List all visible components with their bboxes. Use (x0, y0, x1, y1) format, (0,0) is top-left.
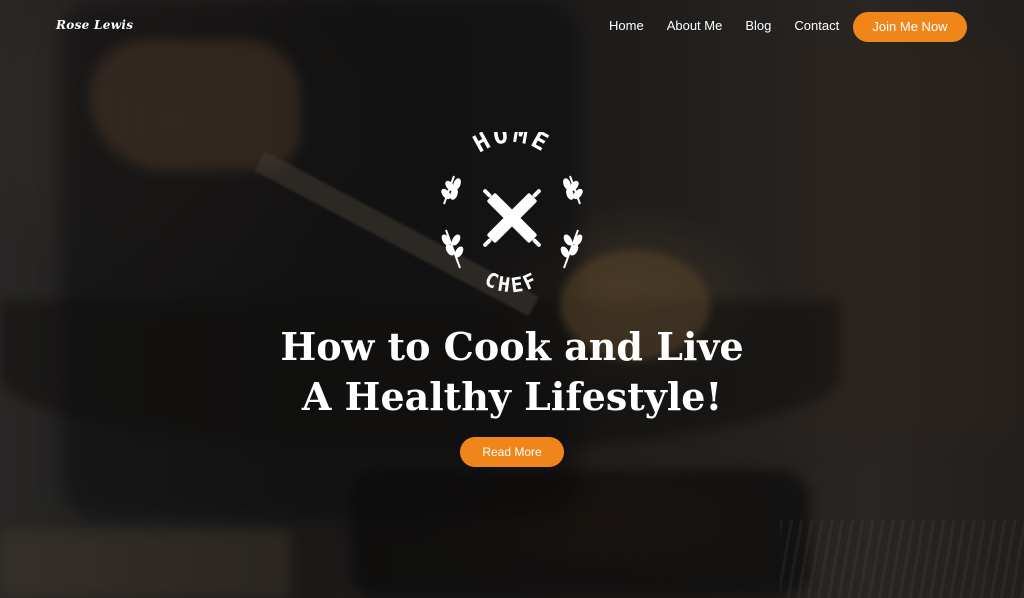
wheat-right-bottom-icon (560, 229, 583, 269)
brand-logo[interactable]: Rose Lewis (56, 18, 133, 32)
top-navigation: Rose Lewis Home About Me Blog Contact Jo… (0, 0, 1024, 54)
read-more-button[interactable]: Read More (460, 437, 564, 467)
nav-blog-link[interactable]: Blog (745, 18, 771, 33)
headline-line-2: A Healthy Lifestyle! (301, 374, 723, 419)
wheat-right-top-icon (563, 175, 583, 205)
nav-contact-link[interactable]: Contact (794, 18, 839, 33)
wheat-left-bottom-icon (441, 229, 464, 269)
main-menu: Home About Me Blog Contact (609, 18, 862, 33)
logo-bottom-text: CHEF (481, 267, 543, 298)
nav-home-link[interactable]: Home (609, 18, 644, 33)
hero-headline: How to Cook and Live A Healthy Lifestyle… (0, 322, 1024, 422)
wheat-left-top-icon (441, 175, 461, 205)
home-chef-logo: HOME CHEF (441, 132, 583, 298)
crossed-rolling-pins-icon (483, 189, 541, 247)
hero-section: Rose Lewis Home About Me Blog Contact Jo… (0, 0, 1024, 598)
join-me-now-button[interactable]: Join Me Now (853, 12, 967, 42)
logo-top-text: HOME (469, 132, 556, 158)
headline-line-1: How to Cook and Live (280, 324, 744, 369)
nav-about-link[interactable]: About Me (667, 18, 723, 33)
